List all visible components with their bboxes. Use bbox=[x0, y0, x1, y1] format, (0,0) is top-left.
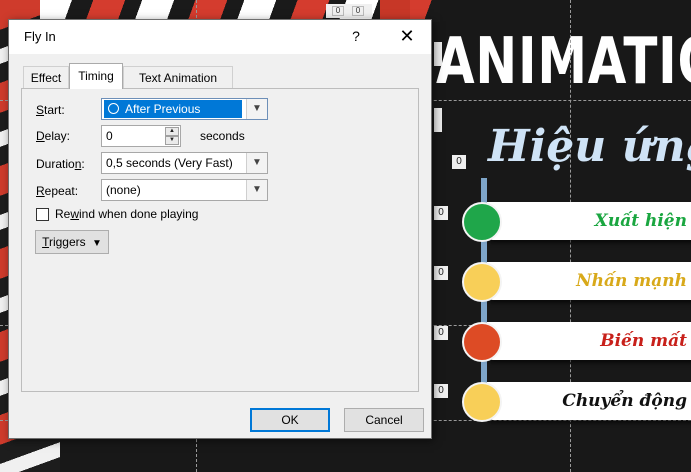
rewind-label[interactable]: Rewind when done playing bbox=[55, 207, 198, 221]
chevron-down-icon[interactable]: ▼ bbox=[246, 153, 267, 173]
animation-order-tag[interactable]: 0 bbox=[452, 155, 466, 169]
animation-order-tag[interactable]: 0 bbox=[434, 384, 448, 398]
item-bar-bien-mat[interactable]: Biến mất bbox=[487, 322, 691, 360]
item-dot-red[interactable] bbox=[462, 322, 502, 362]
item-bar-nhan-manh[interactable]: Nhấn mạnh bbox=[487, 262, 691, 300]
slide-top-counter[interactable]: 0 0 bbox=[326, 4, 372, 18]
duration-select[interactable]: 0,5 seconds (Very Fast) ▼ bbox=[101, 152, 268, 174]
item-label: Biến mất bbox=[600, 331, 687, 351]
close-icon[interactable]: ✕ bbox=[397, 26, 417, 46]
slide-title[interactable]: ANIMATIO bbox=[436, 22, 691, 102]
delay-spinner[interactable]: 0 ▲ ▼ bbox=[101, 125, 181, 147]
cancel-button[interactable]: Cancel bbox=[344, 408, 424, 432]
delay-value: 0 bbox=[106, 129, 113, 143]
selection-handle[interactable] bbox=[434, 42, 442, 66]
item-dot-yellow[interactable] bbox=[462, 262, 502, 302]
item-dot-yellow[interactable] bbox=[462, 382, 502, 422]
repeat-value: (none) bbox=[106, 183, 141, 197]
animation-order-tag[interactable]: 0 bbox=[434, 326, 448, 340]
dialog-title: Fly In bbox=[24, 29, 56, 44]
tab-timing[interactable]: Timing bbox=[69, 63, 123, 89]
item-label: Xuất hiện bbox=[594, 211, 687, 231]
dialog-titlebar[interactable]: Fly In ? ✕ bbox=[9, 20, 431, 54]
animation-order-tag[interactable]: 0 bbox=[434, 266, 448, 280]
start-value: After Previous bbox=[104, 100, 242, 118]
start-label: Start: bbox=[36, 103, 65, 117]
triggers-button[interactable]: Triggers ▼ bbox=[35, 230, 109, 254]
tab-text-animation[interactable]: Text Animation bbox=[123, 66, 233, 88]
spin-down-icon[interactable]: ▼ bbox=[165, 136, 179, 145]
start-select[interactable]: After Previous ▼ bbox=[101, 98, 268, 120]
animation-order-tag[interactable]: 0 bbox=[434, 206, 448, 220]
repeat-label: Repeat: bbox=[36, 184, 79, 198]
double-chevron-down-icon: ▼ bbox=[92, 238, 102, 249]
chevron-down-icon[interactable]: ▼ bbox=[246, 180, 267, 200]
clock-icon bbox=[108, 103, 119, 114]
selection-handle[interactable] bbox=[434, 108, 442, 132]
fly-in-dialog: Fly In ? ✕ Effect Timing Text Animation … bbox=[8, 19, 432, 439]
duration-label: Duration: bbox=[36, 157, 85, 171]
item-label: Chuyển động bbox=[562, 391, 687, 411]
item-bar-chuyen-dong[interactable]: Chuyển động bbox=[487, 382, 691, 420]
counter-box: 0 bbox=[352, 6, 364, 16]
delay-label: Delay: bbox=[36, 129, 71, 143]
item-dot-green[interactable] bbox=[462, 202, 502, 242]
timing-panel: Start: After Previous ▼ Delay: 0 ▲ ▼ sec… bbox=[21, 88, 419, 392]
delay-unit: seconds bbox=[200, 129, 245, 143]
tab-effect[interactable]: Effect bbox=[23, 66, 69, 88]
item-bar-xuat-hien[interactable]: Xuất hiện bbox=[487, 202, 691, 240]
repeat-select[interactable]: (none) ▼ bbox=[101, 179, 268, 201]
rewind-checkbox[interactable] bbox=[36, 208, 49, 221]
spin-up-icon[interactable]: ▲ bbox=[165, 127, 179, 136]
item-label: Nhấn mạnh bbox=[576, 271, 687, 291]
slide-subtitle[interactable]: Hiệu ứng bbox=[488, 112, 691, 182]
chevron-down-icon[interactable]: ▼ bbox=[246, 99, 267, 119]
duration-value: 0,5 seconds (Very Fast) bbox=[106, 156, 233, 170]
ok-button[interactable]: OK bbox=[250, 408, 330, 432]
help-button[interactable]: ? bbox=[347, 27, 365, 45]
counter-box: 0 bbox=[332, 6, 344, 16]
